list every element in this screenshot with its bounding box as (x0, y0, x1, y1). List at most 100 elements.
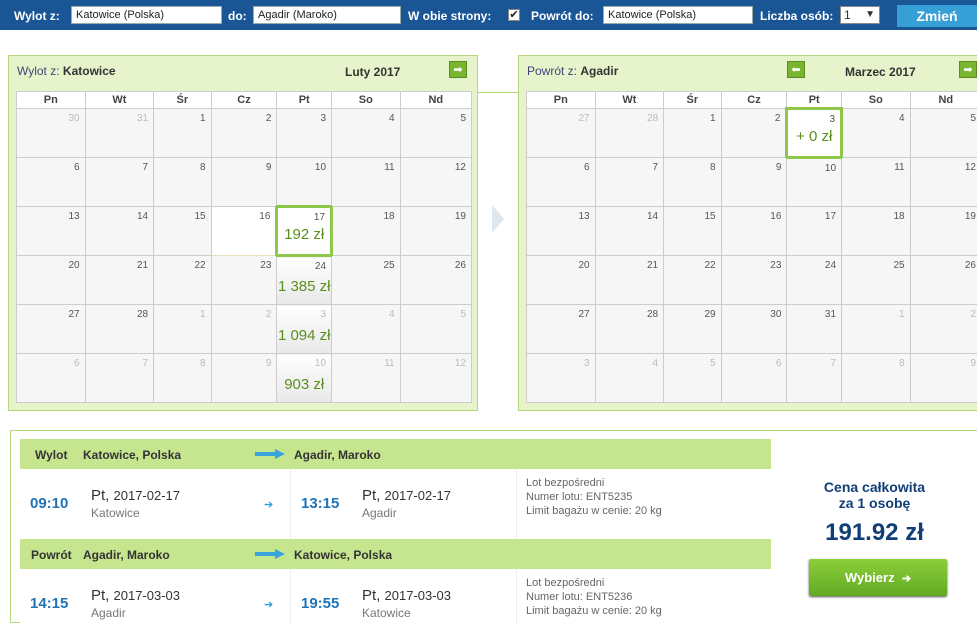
outbound-day-cell[interactable]: 8 (153, 157, 212, 207)
return-day-cell[interactable]: 14 (594, 206, 665, 256)
outbound-day-cell[interactable]: 10 (276, 157, 333, 207)
outbound-day-cell[interactable]: 22 (153, 255, 212, 305)
return-day-number: 10 (824, 163, 837, 174)
return-day-cell[interactable]: 9 (720, 157, 788, 207)
roundtrip-checkbox[interactable]: ✔ (508, 9, 520, 21)
return-day-cell[interactable]: 29 (663, 304, 722, 354)
return-weekday: Wt (594, 91, 665, 109)
outbound-day-cell[interactable]: 4 (331, 108, 401, 158)
return-day-cell[interactable]: 15 (663, 206, 722, 256)
return-dep-time: 14:15 (30, 595, 69, 612)
return-day-cell[interactable]: 24 (786, 255, 843, 305)
return-day-number: 5 (970, 113, 976, 124)
outbound-day-cell[interactable]: 27 (16, 304, 86, 354)
outbound-day-cell[interactable]: 5 (399, 108, 473, 158)
outbound-dep-date-value: 2017-02-17 (113, 488, 181, 503)
outbound-day-number: 7 (142, 358, 149, 369)
outbound-day-cell: 3 1 094 zł (276, 304, 333, 354)
outbound-day-cell[interactable]: 17 192 zł (275, 205, 334, 257)
outbound-day-cell[interactable]: 13 (16, 206, 86, 256)
outbound-day-cell[interactable]: 25 (331, 255, 401, 305)
return-calendar-title: Powrót z: Agadir (527, 64, 618, 78)
return-day-cell[interactable]: 19 (909, 206, 977, 256)
return-day-cell[interactable]: 3 + 0 zł (785, 107, 844, 159)
outbound-day-cell[interactable]: 2 (210, 108, 278, 158)
return-day-number: 20 (578, 260, 590, 271)
outbound-day-cell[interactable]: 28 (84, 304, 155, 354)
return-day-cell[interactable]: 6 (526, 157, 596, 207)
return-day-cell[interactable]: 16 (720, 206, 788, 256)
outbound-flight-number: Numer lotu: ENT5235 (526, 491, 633, 503)
outbound-day-cell[interactable]: 21 (84, 255, 155, 305)
return-day-cell[interactable]: 2 (720, 108, 788, 158)
outbound-day-cell[interactable]: 3 (276, 108, 333, 158)
return-day-cell[interactable]: 13 (526, 206, 596, 256)
return-day-cell[interactable]: 4 (841, 108, 911, 158)
outbound-day-price: 1 094 zł (277, 327, 331, 344)
return-day-cell[interactable]: 11 (841, 157, 911, 207)
outbound-day-cell[interactable]: 9 (210, 157, 278, 207)
outbound-day-cell: 12 (399, 353, 473, 403)
return-day-cell[interactable]: 30 (720, 304, 788, 354)
return-day-cell[interactable]: 25 (841, 255, 911, 305)
divider (290, 469, 291, 539)
return-day-cell[interactable]: 10 (786, 157, 843, 207)
outbound-day-cell[interactable]: 14 (84, 206, 155, 256)
return-day-number: 15 (704, 211, 716, 222)
outbound-day-cell[interactable]: 16 (210, 206, 278, 256)
outbound-day-cell[interactable]: 18 (331, 206, 401, 256)
return-day-cell[interactable]: 8 (663, 157, 722, 207)
to-input[interactable]: Agadir (Maroko) (253, 6, 401, 24)
outbound-day-cell: 9 (210, 353, 278, 403)
outbound-day-cell[interactable]: 24 1 385 zł (276, 255, 333, 305)
outbound-day-cell: 30 (16, 108, 86, 158)
outbound-day-number: 1 (200, 113, 206, 124)
return-day-cell[interactable]: 17 (786, 206, 843, 256)
outbound-dep-city: Katowice (91, 506, 140, 520)
return-day-cell[interactable]: 26 (909, 255, 977, 305)
return-details: 14:15 Pt, 2017-03-03 Agadir ➔ 19:55 Pt, … (20, 569, 771, 624)
outbound-day-cell[interactable]: 7 (84, 157, 155, 207)
return-day-cell[interactable]: 23 (720, 255, 788, 305)
return-day-cell[interactable]: 7 (594, 157, 665, 207)
outbound-day-cell: 4 (331, 304, 401, 354)
outbound-day-cell[interactable]: 6 (16, 157, 86, 207)
prev-month-arrow-icon[interactable]: ⬅ (787, 61, 805, 78)
persons-select[interactable]: 1 ▼ (840, 6, 880, 24)
arrow-right-icon (255, 449, 285, 459)
return-day-cell[interactable]: 27 (526, 304, 596, 354)
return-day-cell[interactable]: 18 (841, 206, 911, 256)
outbound-day-cell[interactable]: 1 (153, 108, 212, 158)
return-day-cell[interactable]: 12 (909, 157, 977, 207)
outbound-day-number: 6 (74, 358, 80, 369)
arrow-right-icon: ➔ (901, 573, 912, 585)
return-day-cell[interactable]: 5 (909, 108, 977, 158)
outbound-day-number: 10 (314, 358, 327, 369)
next-month-arrow-icon[interactable]: ➡ (449, 61, 467, 78)
return-day-cell[interactable]: 31 (786, 304, 843, 354)
return-day-cell[interactable]: 28 (594, 304, 665, 354)
return-dep-city: Agadir (91, 606, 126, 620)
return-label: Powrót (31, 548, 72, 562)
return-month: Marzec 2017 (845, 65, 916, 79)
outbound-day-cell[interactable]: 26 (399, 255, 473, 305)
return-day-cell[interactable]: 20 (526, 255, 596, 305)
return-input[interactable]: Katowice (Polska) (603, 6, 753, 24)
outbound-day-cell[interactable]: 11 (331, 157, 401, 207)
select-button[interactable]: Wybierz ➔ (809, 559, 947, 596)
outbound-day-cell[interactable]: 12 (399, 157, 473, 207)
outbound-day-cell[interactable]: 15 (153, 206, 212, 256)
outbound-day-cell[interactable]: 23 (210, 255, 278, 305)
return-day-number: 17 (824, 211, 837, 222)
outbound-day-cell[interactable]: 19 (399, 206, 473, 256)
return-day-cell[interactable]: 21 (594, 255, 665, 305)
return-day-number: 6 (584, 162, 590, 173)
next-month-arrow-icon[interactable]: ➡ (959, 61, 977, 78)
return-day-number: 18 (893, 211, 905, 222)
return-day-number: 11 (894, 162, 905, 173)
return-day-cell[interactable]: 22 (663, 255, 722, 305)
return-day-cell[interactable]: 1 (663, 108, 722, 158)
change-button[interactable]: Zmień (897, 5, 977, 27)
from-input[interactable]: Katowice (Polska) (71, 6, 222, 24)
outbound-day-cell[interactable]: 20 (16, 255, 86, 305)
